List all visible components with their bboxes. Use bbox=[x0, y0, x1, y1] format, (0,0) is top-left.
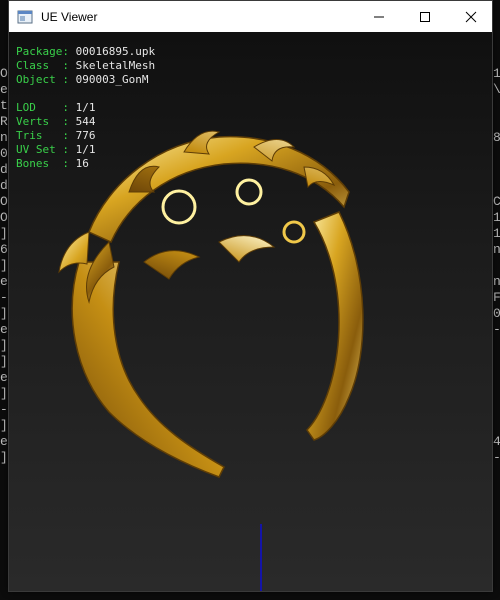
minimize-button[interactable] bbox=[356, 1, 402, 32]
ue-viewer-window: UE Viewer Package: 00016895.upk Class : … bbox=[8, 0, 493, 592]
app-icon bbox=[17, 10, 33, 23]
maximize-button[interactable] bbox=[402, 1, 448, 32]
maximize-icon bbox=[420, 11, 430, 22]
window-title: UE Viewer bbox=[41, 9, 98, 24]
object-value: 090003_GonM bbox=[75, 73, 149, 86]
class-label: Class : bbox=[16, 59, 69, 72]
lod-label: LOD : bbox=[16, 101, 69, 114]
close-button[interactable] bbox=[448, 1, 494, 32]
package-value: 00016895.upk bbox=[75, 45, 156, 58]
class-value: SkeletalMesh bbox=[75, 59, 156, 72]
background-console-right-text: 1 \ 8 C 1 1 n n F 0 - 4 - bbox=[493, 66, 500, 465]
golden-crown-mesh bbox=[58, 130, 364, 478]
axis-line bbox=[260, 524, 262, 591]
object-label: Object : bbox=[16, 73, 69, 86]
minimize-icon bbox=[374, 16, 384, 17]
3d-viewport[interactable]: Package: 00016895.upk Class : SkeletalMe… bbox=[9, 32, 492, 591]
background-console-left-text: O e t R n 0 d d O O ] 6 ] e - ] e ] ] e … bbox=[0, 66, 8, 465]
close-icon bbox=[465, 11, 477, 22]
package-label: Package: bbox=[16, 45, 69, 58]
title-bar[interactable]: UE Viewer bbox=[9, 1, 492, 32]
lod-value: 1/1 bbox=[75, 101, 96, 114]
